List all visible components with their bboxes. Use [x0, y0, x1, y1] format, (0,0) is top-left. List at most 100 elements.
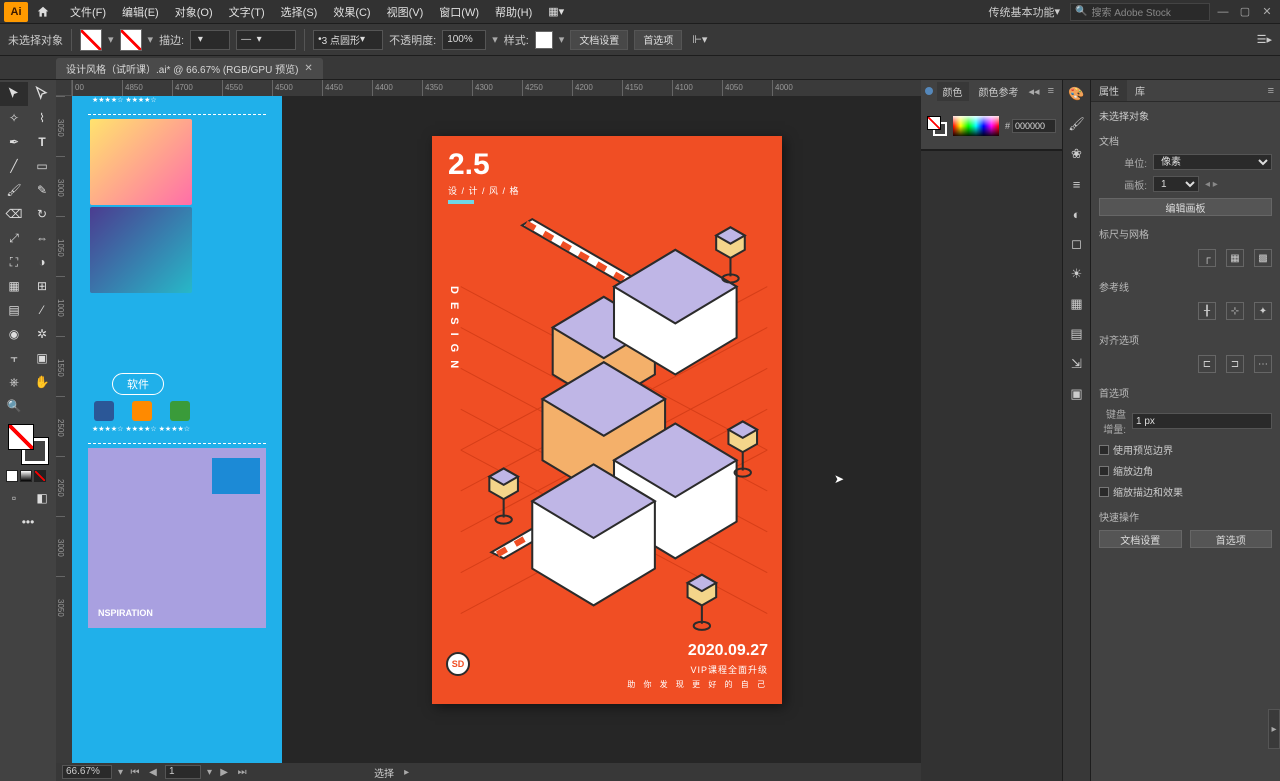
stroke-swatch[interactable]	[120, 29, 142, 51]
gradient-tool[interactable]: ▤	[0, 298, 28, 322]
fill-swatch[interactable]	[80, 29, 102, 51]
align-icon[interactable]: ⊩▾	[688, 33, 711, 46]
rotate-tool[interactable]: ↻	[28, 202, 56, 226]
lasso-tool[interactable]: ⌇	[28, 106, 56, 130]
hex-field[interactable]: #	[1005, 119, 1056, 133]
workspace-switcher[interactable]: 传统基本功能 ▾	[982, 2, 1066, 22]
slice-tool[interactable]: ⎈	[0, 370, 28, 394]
menu-object[interactable]: 对象(O)	[167, 4, 221, 20]
menu-help[interactable]: 帮助(H)	[487, 4, 540, 20]
artboard-last-icon[interactable]: ⏭	[236, 767, 248, 778]
tab-color[interactable]: 颜色	[937, 82, 969, 101]
panel-toggle-icon[interactable]: ▸	[1268, 709, 1280, 749]
menu-window[interactable]: 窗口(W)	[431, 4, 487, 20]
ruler-icon[interactable]: ┌	[1198, 249, 1216, 267]
canvas[interactable]: 0048504700455045004450440043504300425042…	[56, 80, 921, 781]
hand-tool[interactable]: ✋	[28, 370, 56, 394]
blend-tool[interactable]: ◉	[0, 322, 28, 346]
window-minimize-icon[interactable]: —	[1214, 5, 1232, 19]
close-tab-icon[interactable]: ✕	[304, 63, 312, 74]
panel-menu-icon[interactable]: ☰▸	[1257, 33, 1272, 46]
menu-select[interactable]: 选择(S)	[273, 4, 326, 20]
scale-tool[interactable]: ⤢	[0, 226, 28, 250]
brush-field[interactable]: — ▾	[236, 30, 296, 50]
brushes-icon[interactable]: 🖌	[1067, 114, 1087, 134]
swatches-icon[interactable]: 🎨	[1067, 84, 1087, 104]
artboard-select[interactable]: 1	[1153, 176, 1199, 192]
align-more-icon[interactable]: ⋯	[1254, 355, 1272, 373]
paintbrush-tool[interactable]: 🖌	[0, 178, 28, 202]
quick-doc-setup-button[interactable]: 文档设置	[1099, 530, 1182, 548]
zoom-field[interactable]: 66.67%	[62, 765, 112, 779]
menu-effect[interactable]: 效果(C)	[325, 4, 378, 20]
direct-selection-tool[interactable]	[28, 82, 56, 106]
stroke-panel-icon[interactable]: ≡	[1067, 174, 1087, 194]
preferences-button[interactable]: 首选项	[634, 30, 682, 50]
transparency-grid-icon[interactable]: ▩	[1254, 249, 1272, 267]
grid-icon[interactable]: ▦	[1226, 249, 1244, 267]
vertical-ruler[interactable]: 305030001050100015502500205030003050	[56, 96, 72, 763]
magic-wand-tool[interactable]: ✧	[0, 106, 28, 130]
mesh-tool[interactable]: ⊞	[28, 274, 56, 298]
ruler-origin[interactable]	[56, 80, 72, 96]
quick-prefs-button[interactable]: 首选项	[1190, 530, 1273, 548]
menu-type[interactable]: 文字(T)	[221, 4, 273, 20]
layers-icon[interactable]: ▤	[1067, 324, 1087, 344]
shape-builder-tool[interactable]: ◑	[28, 250, 56, 274]
graphic-styles-icon[interactable]: ▦	[1067, 294, 1087, 314]
artboard-first-icon[interactable]: ⏮	[129, 767, 141, 778]
chk-scale-corners[interactable]: 缩放边角	[1099, 463, 1272, 478]
home-icon[interactable]	[34, 4, 52, 20]
guides-lock-icon[interactable]: ⊹	[1226, 302, 1244, 320]
panel-menu-icon[interactable]: ≡	[1262, 85, 1280, 97]
fill-stroke-control[interactable]	[8, 424, 48, 464]
arrange-docs-icon[interactable]: ▦▾	[540, 5, 572, 18]
color-mode-row[interactable]	[0, 470, 56, 486]
symbol-sprayer-tool[interactable]: ✲	[28, 322, 56, 346]
panel-collapse-icon[interactable]: ◂◂	[1029, 85, 1040, 98]
stroke-profile-field[interactable]: • 3 点圆形 ▾	[313, 30, 383, 50]
screen-mode-icon[interactable]: ▫	[0, 486, 28, 510]
symbols-icon[interactable]: ❀	[1067, 144, 1087, 164]
unit-select[interactable]: 像素	[1153, 154, 1272, 170]
document-tab[interactable]: 设计风格（试听课）.ai* @ 66.67% (RGB/GPU 预览) ✕	[56, 58, 323, 79]
mini-fill-stroke[interactable]	[927, 116, 947, 136]
pencil-tool[interactable]: ✎	[28, 178, 56, 202]
panel-menu-icon[interactable]: ≡	[1044, 85, 1058, 97]
edit-toolbar-icon[interactable]: •••	[0, 510, 56, 534]
menu-edit[interactable]: 编辑(E)	[114, 4, 167, 20]
eyedropper-tool[interactable]: ⁄	[28, 298, 56, 322]
snap-point-icon[interactable]: ⊐	[1226, 355, 1244, 373]
horizontal-ruler[interactable]: 0048504700455045004450440043504300425042…	[72, 80, 921, 96]
column-graph-tool[interactable]: ⫟	[0, 346, 28, 370]
edit-artboard-button[interactable]: 编辑画板	[1099, 198, 1272, 216]
menu-file[interactable]: 文件(F)	[62, 4, 114, 20]
tab-properties[interactable]: 属性	[1091, 80, 1127, 101]
key-increment-field[interactable]	[1132, 413, 1272, 429]
width-tool[interactable]: ⇔	[28, 226, 56, 250]
line-tool[interactable]: ╱	[0, 154, 28, 178]
type-tool[interactable]: T	[28, 130, 56, 154]
gradient-panel-icon[interactable]: ◐	[1067, 204, 1087, 224]
window-close-icon[interactable]: ✕	[1258, 5, 1276, 19]
asset-export-icon[interactable]: ⇲	[1067, 354, 1087, 374]
tab-libraries[interactable]: 库	[1127, 80, 1153, 101]
artboard-prev-icon[interactable]: ◀	[147, 767, 159, 778]
perspective-tool[interactable]: ▦	[0, 274, 28, 298]
tab-color-guide[interactable]: 颜色参考	[973, 82, 1025, 101]
smart-guides-icon[interactable]: ✦	[1254, 302, 1272, 320]
opacity-field[interactable]: 100%	[442, 30, 486, 50]
chk-preview-bounds[interactable]: 使用预览边界	[1099, 442, 1272, 457]
artboard-number-field[interactable]: 1	[165, 765, 201, 779]
stroke-weight-field[interactable]: ▾	[190, 30, 230, 50]
transparency-icon[interactable]: ◻	[1067, 234, 1087, 254]
chk-scale-strokes[interactable]: 缩放描边和效果	[1099, 484, 1272, 499]
hex-input[interactable]	[1012, 119, 1056, 133]
guides-visibility-icon[interactable]: ╂	[1198, 302, 1216, 320]
snap-pixel-icon[interactable]: ⊏	[1198, 355, 1216, 373]
menu-view[interactable]: 视图(V)	[379, 4, 432, 20]
graphic-style-swatch[interactable]	[535, 31, 553, 49]
free-transform-tool[interactable]: ⛶	[0, 250, 28, 274]
stock-search[interactable]: 🔍 搜索 Adobe Stock	[1070, 3, 1210, 21]
selection-tool[interactable]	[0, 82, 28, 106]
